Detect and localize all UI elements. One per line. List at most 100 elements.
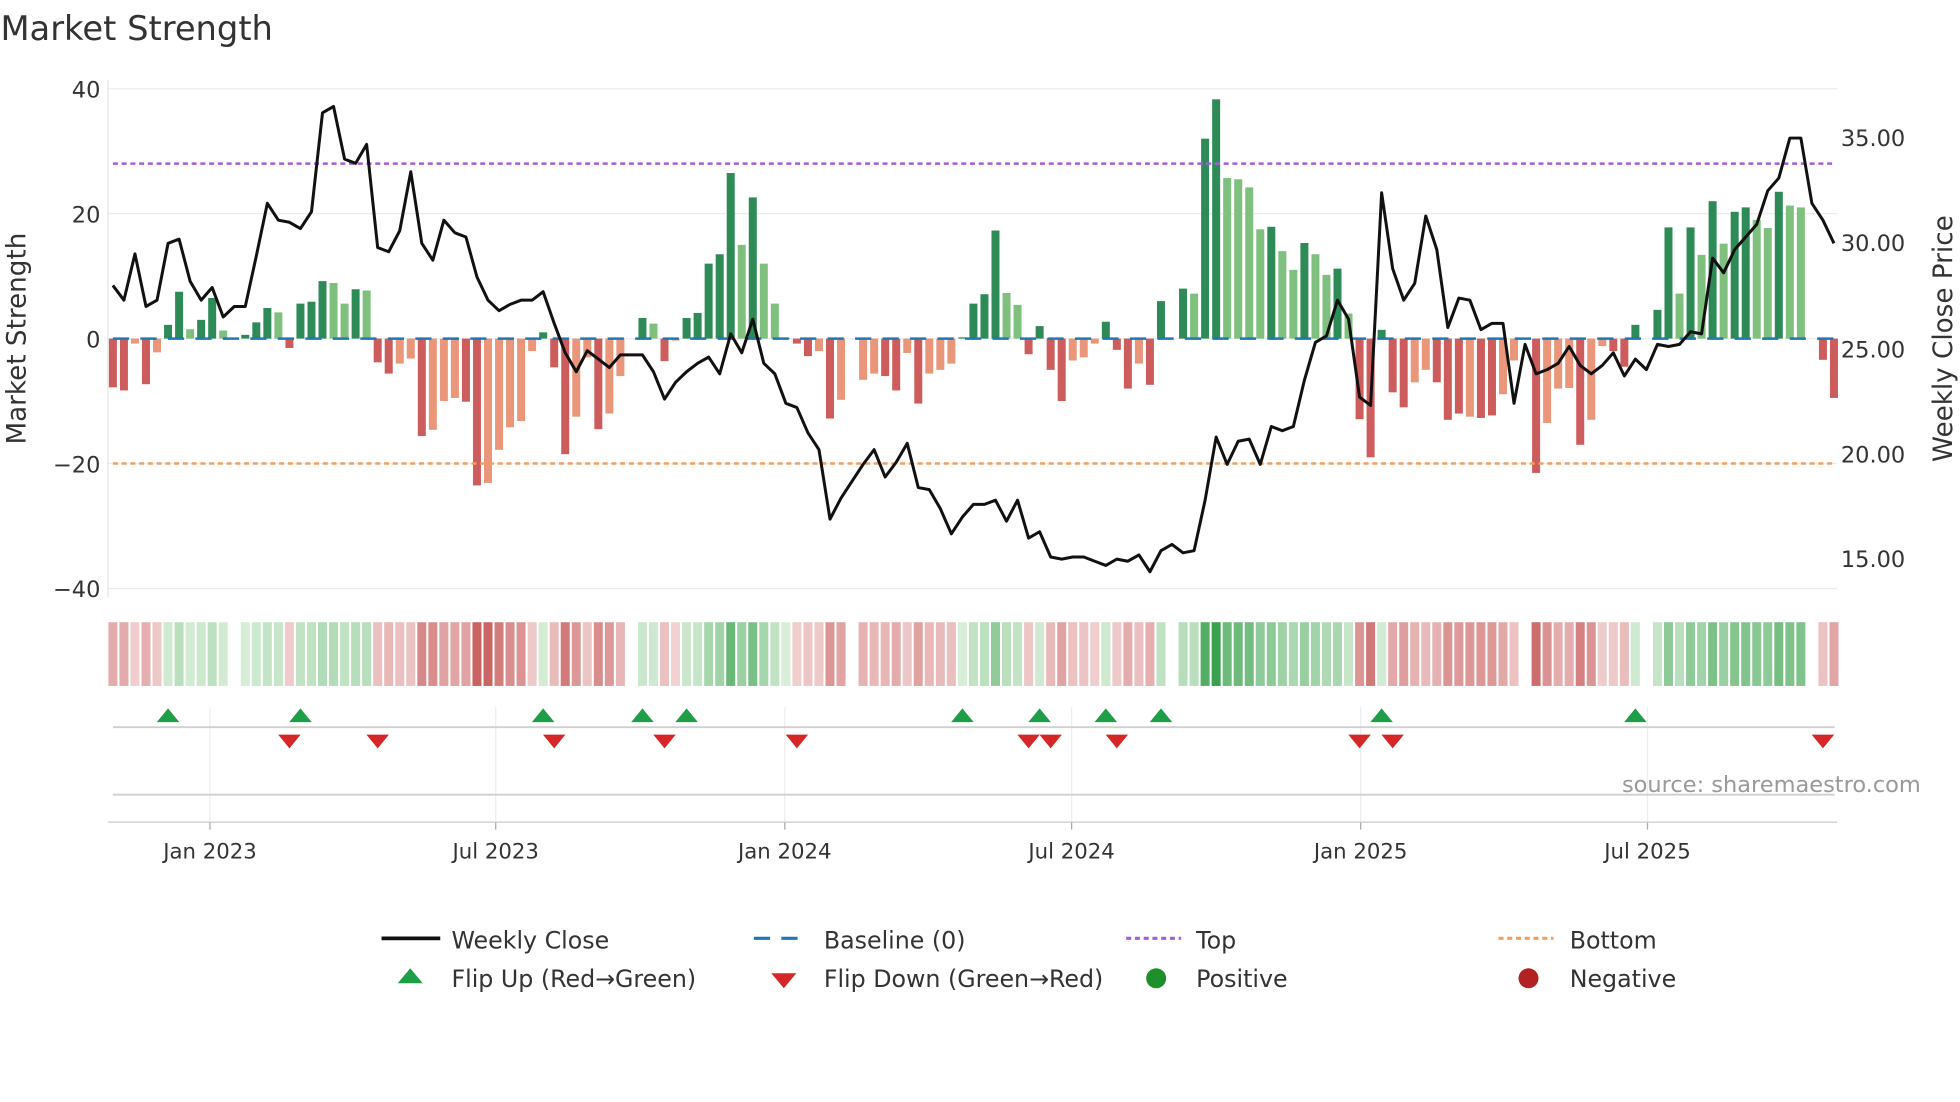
heat-strip-cell bbox=[1068, 622, 1078, 686]
strength-bar bbox=[296, 303, 305, 339]
strength-bar bbox=[1532, 338, 1541, 473]
heat-strip-cell bbox=[1575, 622, 1585, 686]
y-tick-label: −20 bbox=[53, 452, 100, 478]
heat-strip-cell bbox=[450, 622, 460, 686]
heat-strip-cell bbox=[295, 622, 305, 686]
x-tick-label: Jul 2023 bbox=[451, 839, 539, 864]
heat-strip-cell bbox=[924, 622, 934, 686]
strength-bar bbox=[1774, 191, 1783, 339]
heat-strip-cell bbox=[483, 622, 493, 686]
heat-strip-cell bbox=[152, 622, 162, 686]
strength-bar bbox=[1410, 338, 1419, 383]
strength-bar bbox=[1278, 251, 1287, 339]
heat-strip-cell bbox=[1520, 622, 1530, 686]
heat-strip-cell bbox=[847, 622, 857, 686]
heat-strip-cell bbox=[1211, 622, 1221, 686]
x-tick-label: Jan 2024 bbox=[736, 839, 832, 864]
y-tick-label: −40 bbox=[53, 577, 100, 603]
strength-bar bbox=[1675, 293, 1684, 339]
strength-bar bbox=[969, 303, 978, 339]
strength-bar bbox=[373, 338, 382, 363]
flip-down-marker bbox=[1039, 734, 1062, 749]
heat-strip-cell bbox=[141, 622, 151, 686]
strength-bar bbox=[175, 291, 184, 339]
heat-strip-cell bbox=[770, 622, 780, 686]
y-axis-right: 35.00 30.00 25.00 20.00 15.00 Weekly Clo… bbox=[1841, 126, 1959, 573]
heat-strip-cell bbox=[174, 622, 184, 686]
heat-strip-cell bbox=[262, 622, 272, 686]
heat-strip-cell bbox=[1476, 622, 1486, 686]
strength-heat-strip bbox=[108, 622, 1839, 686]
strength-bar bbox=[1576, 338, 1585, 445]
strength-bar bbox=[1035, 326, 1044, 339]
strength-bar bbox=[1046, 338, 1055, 370]
heat-strip-cell bbox=[1663, 622, 1673, 686]
y-tick-label: 20 bbox=[72, 202, 101, 228]
heat-strip-cell bbox=[1421, 622, 1431, 686]
heat-strip-cell bbox=[1531, 622, 1541, 686]
strength-bar bbox=[484, 338, 492, 483]
legend: Weekly Close Baseline (0) Top Bottom Fli… bbox=[381, 926, 1676, 993]
strength-bar bbox=[1752, 219, 1761, 339]
heat-strip-cell bbox=[1333, 622, 1342, 686]
strength-bar bbox=[119, 338, 128, 391]
heat-strip-cell bbox=[1410, 622, 1420, 686]
heat-strip-cell bbox=[1697, 622, 1707, 686]
strength-bar bbox=[1123, 338, 1132, 389]
heat-strip-cell bbox=[1156, 622, 1166, 686]
strength-bar bbox=[495, 338, 504, 450]
x-tick-label: Jan 2025 bbox=[1312, 839, 1408, 864]
legend-positive: Positive bbox=[1196, 965, 1287, 993]
strength-bar bbox=[130, 338, 139, 344]
heat-strip-cell bbox=[671, 622, 681, 686]
strength-bar bbox=[1487, 338, 1496, 416]
legend-negative-icon bbox=[1518, 968, 1539, 989]
strength-bar bbox=[263, 307, 272, 339]
heat-strip-cell bbox=[240, 622, 250, 686]
heat-strip-cell bbox=[1355, 622, 1365, 686]
heat-strip-cell bbox=[604, 622, 614, 686]
strength-bar bbox=[693, 312, 702, 339]
strength-bar bbox=[1289, 269, 1298, 339]
heat-strip-cell bbox=[1366, 622, 1376, 686]
x-tick-label: Jan 2023 bbox=[161, 839, 257, 864]
flip-panel-grid bbox=[209, 707, 1649, 830]
heat-strip-cell bbox=[1233, 622, 1243, 686]
strength-bar bbox=[395, 338, 404, 364]
heat-strip-cell bbox=[1443, 622, 1453, 686]
strength-bar bbox=[1421, 338, 1430, 370]
strength-bar bbox=[1465, 338, 1474, 417]
heat-strip-cell bbox=[825, 622, 835, 686]
heat-strip-cell bbox=[417, 622, 427, 686]
strength-bar bbox=[1256, 229, 1265, 339]
strength-bar bbox=[1024, 338, 1033, 355]
y2-axis-title: Weekly Close Price bbox=[1929, 215, 1959, 462]
y2-tick-label: 35.00 bbox=[1841, 126, 1905, 152]
heat-strip-cell bbox=[1002, 622, 1012, 686]
strength-bar bbox=[682, 317, 691, 339]
strength-bar bbox=[594, 338, 603, 430]
flip-down-marker bbox=[1348, 734, 1371, 749]
heat-strip-cell bbox=[1719, 622, 1729, 686]
strength-bar bbox=[186, 329, 195, 339]
heat-strip-cell bbox=[726, 622, 736, 686]
x-tick-label: Jul 2024 bbox=[1026, 839, 1114, 864]
heat-strip-cell bbox=[560, 622, 570, 686]
strength-bar bbox=[1267, 226, 1276, 339]
strength-bar bbox=[1245, 187, 1254, 339]
legend-positive-icon bbox=[1146, 968, 1167, 989]
strength-bar bbox=[241, 334, 250, 339]
heat-strip-cell bbox=[1090, 622, 1100, 686]
heat-strip-cell bbox=[1134, 622, 1144, 686]
strength-bar bbox=[351, 289, 360, 339]
strength-bar bbox=[1510, 338, 1519, 361]
heat-strip-cell bbox=[1145, 622, 1155, 686]
x-axis: Jan 2023 Jul 2023 Jan 2024 Jul 2024 Jan … bbox=[161, 839, 1691, 864]
strength-bar bbox=[1454, 338, 1463, 414]
legend-baseline: Baseline (0) bbox=[824, 926, 966, 954]
heat-strip-cell bbox=[1708, 622, 1718, 686]
heat-strip-cell bbox=[1321, 622, 1331, 686]
heat-strip-cell bbox=[384, 622, 394, 686]
heat-strip-cell bbox=[516, 622, 526, 686]
strength-bar bbox=[1013, 304, 1022, 339]
